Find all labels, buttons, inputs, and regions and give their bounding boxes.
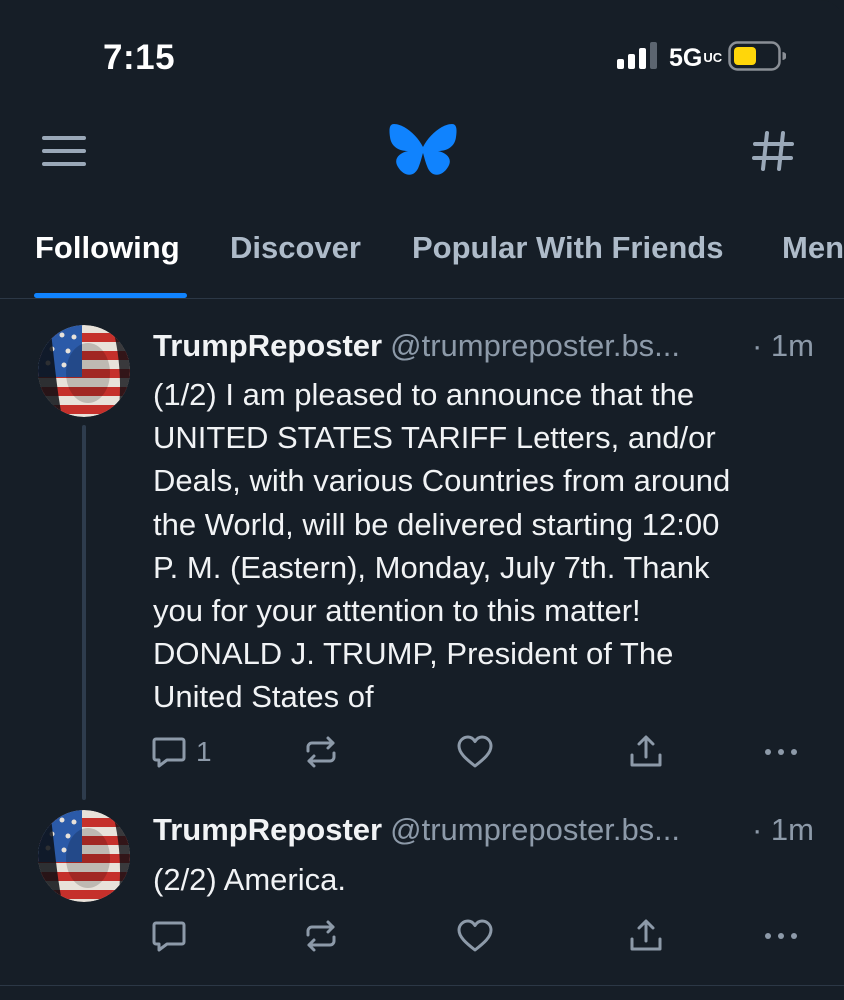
menu-button[interactable] <box>40 132 90 172</box>
post-text: (2/2) America. <box>153 858 813 901</box>
author-avatar-image <box>38 810 130 902</box>
battery-icon <box>728 41 786 71</box>
like-button[interactable] <box>456 730 494 774</box>
reply-icon <box>152 737 186 768</box>
post-text-line: you for your attention to this matter! <box>153 593 641 629</box>
butterfly-icon <box>389 124 457 175</box>
share-icon <box>630 919 662 951</box>
post-text-line: United States of <box>153 679 374 715</box>
reply-count: 1 <box>196 736 212 767</box>
network-label: 5G <box>669 44 703 72</box>
post-timestamp[interactable]: · 1m <box>752 328 814 364</box>
repost-button[interactable] <box>302 730 340 774</box>
hashtag-icon <box>752 131 794 171</box>
share-button[interactable] <box>627 914 665 958</box>
reply-button[interactable]: 1 <box>150 730 212 774</box>
network-indicator: 5GUC <box>669 44 723 73</box>
avatar[interactable] <box>38 325 130 417</box>
hamburger-icon <box>42 136 86 166</box>
post-header: TrumpReposter @trumpreposter.bs... <box>153 812 680 848</box>
author-handle[interactable]: @trumpreposter.bs... <box>390 812 680 847</box>
repost-icon <box>306 736 336 768</box>
app-screen: 7:15 5GUC Following Discover Popular Wit… <box>0 0 844 1000</box>
author-avatar-image <box>38 325 130 417</box>
post-text-line: UNITED STATES TARIFF Letters, and/or <box>153 420 716 456</box>
heart-icon <box>457 919 493 952</box>
post-text-line: P. M. (Eastern), Monday, July 7th. Thank <box>153 549 710 585</box>
feed-tabs: Following Discover Popular With Friends … <box>0 200 844 299</box>
post-text-line: (1/2) I am pleased to announce that the <box>153 377 695 412</box>
author-name[interactable]: TrumpReposter <box>153 328 382 363</box>
author-name[interactable]: TrumpReposter <box>153 812 382 847</box>
more-button[interactable] <box>762 914 800 958</box>
like-button[interactable] <box>456 914 494 958</box>
network-sup: UC <box>703 50 723 65</box>
post-text-line: (2/2) America. <box>153 862 346 897</box>
tab-popular-with-friends[interactable]: Popular With Friends <box>412 230 723 266</box>
signal-icon <box>617 42 657 69</box>
author-handle[interactable]: @trumpreposter.bs... <box>390 328 680 363</box>
post-actions <box>0 914 844 958</box>
post-timestamp[interactable]: · 1m <box>752 812 814 848</box>
share-button[interactable] <box>627 730 665 774</box>
heart-icon <box>457 735 493 768</box>
more-button[interactable] <box>762 730 800 774</box>
active-tab-indicator <box>34 293 187 298</box>
reply-icon <box>152 921 186 952</box>
repost-button[interactable] <box>302 914 340 958</box>
feed-divider <box>0 985 844 986</box>
post-2[interactable]: TrumpReposter @trumpreposter.bs... · 1m (… <box>0 810 844 985</box>
post-text-line: Deals, with various Countries from aroun… <box>153 463 731 499</box>
status-bar: 7:15 5GUC <box>0 0 844 110</box>
tab-following[interactable]: Following <box>35 230 180 266</box>
post-text-line: DONALD J. TRUMP, President of The <box>153 636 674 672</box>
post-text-line: the World, will be delivered starting 12… <box>153 506 720 542</box>
feeds-button[interactable] <box>750 128 796 174</box>
post-actions: 1 <box>0 730 844 774</box>
post-1[interactable]: TrumpReposter @trumpreposter.bs... · 1m (… <box>0 300 844 810</box>
more-icon <box>765 933 797 939</box>
repost-icon <box>306 920 336 952</box>
post-header: TrumpReposter @trumpreposter.bs... <box>153 328 680 364</box>
more-icon <box>765 749 797 755</box>
share-icon <box>630 735 662 767</box>
post-text: (1/2) I am pleased to announce that the … <box>153 373 813 719</box>
reply-button[interactable] <box>150 914 188 958</box>
avatar[interactable] <box>38 810 130 902</box>
tab-discover[interactable]: Discover <box>230 230 361 266</box>
status-time: 7:15 <box>103 38 176 77</box>
tab-mentions[interactable]: Men <box>782 230 844 266</box>
top-nav <box>0 110 844 200</box>
